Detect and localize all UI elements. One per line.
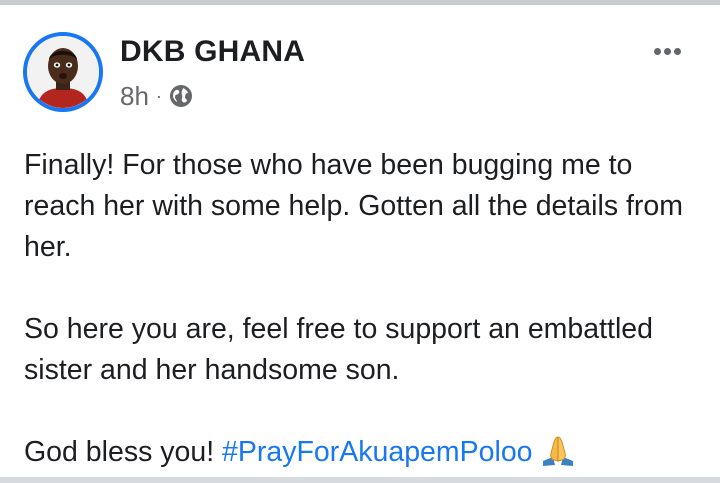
bottom-divider <box>0 477 720 483</box>
globe-icon[interactable] <box>169 84 193 108</box>
more-dot <box>673 47 681 55</box>
post-meta: 8h · <box>120 81 193 111</box>
post-closing: God bless you! #PrayForAkuapemPoloo <box>24 432 704 479</box>
praying-hands-icon <box>539 433 577 479</box>
avatar[interactable] <box>23 32 103 112</box>
closing-text: God bless you! <box>24 436 215 468</box>
post-paragraph: So here you are, feel free to support an… <box>24 313 653 386</box>
more-dot <box>653 47 661 55</box>
post-card: DKB GHANA 8h · Finally! For those who ha… <box>0 5 720 477</box>
post-time[interactable]: 8h <box>120 81 149 112</box>
post-text: Finally! For those who have been bugging… <box>24 145 704 479</box>
author-name[interactable]: DKB GHANA <box>120 35 305 69</box>
post-paragraph: Finally! For those who have been bugging… <box>24 149 683 263</box>
more-options-icon[interactable] <box>647 41 687 61</box>
avatar-photo <box>27 36 99 108</box>
more-dot <box>663 47 671 55</box>
hashtag-link[interactable]: #PrayForAkuapemPoloo <box>222 436 533 468</box>
meta-separator: · <box>155 85 162 106</box>
